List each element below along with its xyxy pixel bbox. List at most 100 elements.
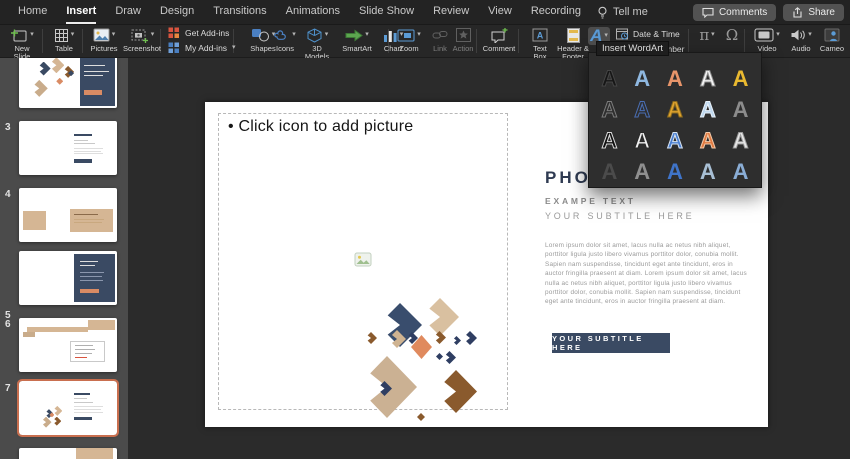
cameo-icon: [824, 28, 840, 42]
group-separator: [82, 29, 83, 53]
3d-models-button[interactable]: ▾ 3D Models: [300, 27, 334, 61]
group-separator: [518, 29, 519, 53]
comments-label: Comments: [719, 7, 767, 18]
zoom-icon: [397, 29, 415, 42]
my-addins-icon: [168, 42, 180, 54]
my-addins-button[interactable]: My Add-ins ▾: [168, 42, 236, 54]
tab-draw[interactable]: Draw: [115, 0, 141, 24]
group-separator: [688, 29, 689, 53]
placeholder-prompt: • Click icon to add picture: [228, 118, 413, 136]
comment-bubble-icon: [702, 7, 714, 18]
slide-subtitle-1[interactable]: EXAMPE TEXT: [545, 196, 636, 206]
diamond-shape: [48, 58, 64, 73]
tab-animations[interactable]: Animations: [286, 0, 340, 24]
share-button[interactable]: Share: [783, 4, 844, 21]
wordart-style-option-12[interactable]: A: [626, 125, 659, 156]
wordart-style-option-6[interactable]: A: [593, 94, 626, 125]
smartart-icon: [345, 29, 363, 42]
wordart-style-option-15[interactable]: A: [724, 125, 757, 156]
text-box-button[interactable]: A Text Box: [526, 27, 554, 61]
wordart-style-option-1[interactable]: A: [593, 63, 626, 94]
cameo-button[interactable]: Cameo: [816, 27, 848, 53]
comment-button[interactable]: Comment: [480, 27, 518, 53]
slide-number: 3: [5, 122, 11, 133]
tab-view[interactable]: View: [488, 0, 512, 24]
tab-recording[interactable]: Recording: [531, 0, 581, 24]
new-slide-button[interactable]: ▾ New Slide: [4, 27, 40, 61]
diamond-shape: [41, 417, 52, 428]
slide-title[interactable]: PHO: [545, 168, 591, 188]
slide-thumbnail-8[interactable]: [19, 448, 117, 459]
slide-subtitle-2[interactable]: YOUR SUBTITLE HERE: [545, 211, 694, 221]
picture-placeholder[interactable]: • Click icon to add picture: [218, 113, 508, 410]
wordart-style-option-3[interactable]: A: [659, 63, 692, 94]
menu-bar: Home Insert Draw Design Transitions Anim…: [0, 0, 850, 25]
slide-thumbnail-6[interactable]: [19, 318, 117, 372]
insert-picture-icon[interactable]: [355, 252, 372, 271]
shapes-icon: [251, 28, 270, 42]
slide-thumbnail-panel: 3 4 5 6: [0, 58, 128, 459]
addins-group: Get Add-ins My Add-ins ▾: [168, 27, 236, 54]
wordart-tooltip: Insert WordArt: [596, 41, 669, 56]
slide-thumbnail-7-selected[interactable]: [19, 381, 117, 435]
wordart-style-option-2[interactable]: A: [626, 63, 659, 94]
pictures-button[interactable]: ▾ Pictures: [86, 27, 122, 53]
audio-button[interactable]: ▾ Audio: [786, 27, 816, 53]
slide-thumbnail-4[interactable]: [19, 188, 117, 242]
wordart-style-option-13[interactable]: A: [659, 125, 692, 156]
action-star-icon: [456, 28, 471, 42]
tab-insert[interactable]: Insert: [66, 0, 96, 24]
tab-review[interactable]: Review: [433, 0, 469, 24]
pictures-icon: [93, 28, 110, 42]
slide-thumbnail-5[interactable]: [19, 251, 117, 305]
smartart-button[interactable]: ▾ SmartArt: [336, 27, 378, 53]
date-time-button[interactable]: Date & Time: [616, 28, 685, 40]
screenshot-button[interactable]: ▾ Screenshot: [122, 27, 162, 53]
wordart-style-option-20[interactable]: A: [724, 156, 757, 187]
diamond-shape: [417, 413, 425, 421]
menu-tabs: Home Insert Draw Design Transitions Anim…: [0, 0, 581, 24]
diamond-shape: [31, 80, 48, 97]
wordart-style-option-18[interactable]: A: [659, 156, 692, 187]
wordart-style-option-17[interactable]: A: [626, 156, 659, 187]
zoom-button[interactable]: ▾ Zoom: [393, 27, 425, 53]
symbol-button[interactable]: Ω: [720, 27, 744, 43]
icons-button[interactable]: ▾ Icons: [270, 27, 300, 53]
slide-cta-button[interactable]: YOUR SUBTITLE HERE: [552, 333, 670, 353]
comments-button[interactable]: Comments: [693, 4, 776, 21]
wordart-style-option-16[interactable]: A: [593, 156, 626, 187]
new-slide-icon: [10, 28, 28, 43]
slide-number: 6: [5, 319, 11, 330]
get-addins-button[interactable]: Get Add-ins: [168, 27, 236, 39]
wordart-gallery-panel: A A A A A A A A A A A A A A A A A A A A: [588, 52, 762, 188]
wordart-style-option-7[interactable]: A: [626, 94, 659, 125]
equation-button[interactable]: π▾: [694, 27, 720, 43]
header-footer-icon: [567, 28, 580, 43]
tab-design[interactable]: Design: [160, 0, 194, 24]
tell-me-label: Tell me: [613, 6, 648, 18]
wordart-style-option-8[interactable]: A: [659, 94, 692, 125]
action-button: Action: [448, 27, 478, 53]
diamond-shape: [52, 417, 61, 426]
wordart-style-option-5[interactable]: A: [724, 63, 757, 94]
wordart-style-option-10[interactable]: A: [724, 94, 757, 125]
wordart-style-option-4[interactable]: A: [691, 63, 724, 94]
slide-thumbnail-3[interactable]: [19, 121, 117, 175]
date-time-icon: [616, 28, 629, 40]
slide-number: 4: [5, 189, 11, 200]
table-button[interactable]: ▾ Table: [48, 27, 80, 53]
tell-me[interactable]: Tell me: [597, 6, 648, 19]
slide-thumbnail-2[interactable]: [19, 58, 117, 108]
3d-models-icon: [306, 28, 323, 43]
share-icon: [792, 7, 803, 18]
video-button[interactable]: ▾ Video: [750, 27, 784, 53]
tab-home[interactable]: Home: [18, 0, 47, 24]
wordart-style-option-19[interactable]: A: [691, 156, 724, 187]
slide-body-text[interactable]: Lorem ipsum dolor sit amet, lacus nulla …: [545, 241, 749, 307]
wordart-style-option-9[interactable]: A: [691, 94, 724, 125]
tab-slide-show[interactable]: Slide Show: [359, 0, 414, 24]
wordart-style-option-11[interactable]: A: [593, 125, 626, 156]
wordart-style-option-14[interactable]: A: [691, 125, 724, 156]
new-comment-icon: [490, 28, 508, 43]
tab-transitions[interactable]: Transitions: [213, 0, 266, 24]
